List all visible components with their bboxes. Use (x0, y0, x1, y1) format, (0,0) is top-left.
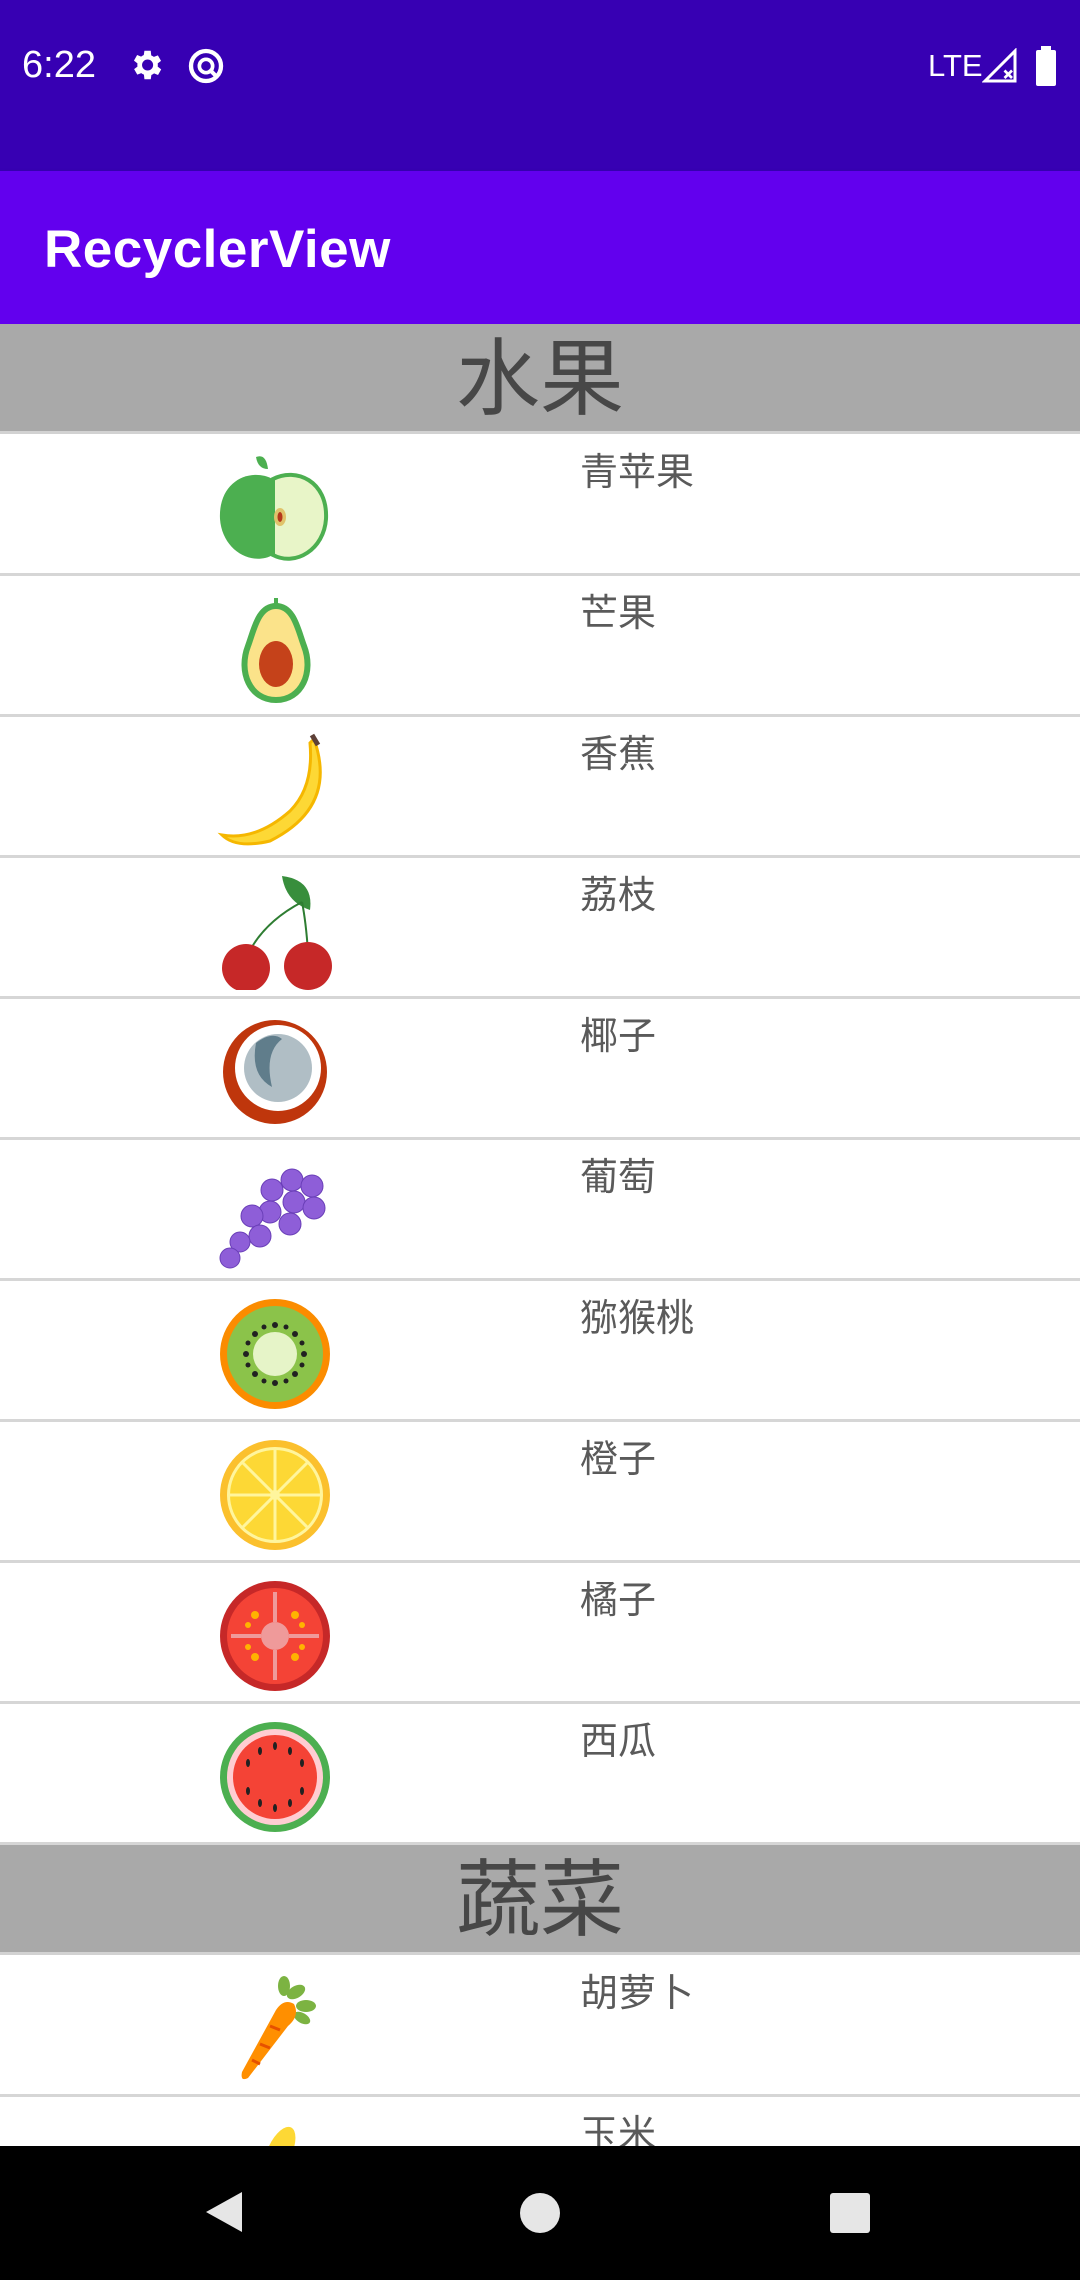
list-item[interactable]: 西瓜 (0, 1704, 1080, 1845)
battery-icon (1034, 46, 1058, 90)
orange-icon (210, 1436, 340, 1554)
list-item[interactable]: 橘子 (0, 1563, 1080, 1704)
status-time: 6:22 (22, 44, 96, 86)
back-icon[interactable] (202, 2188, 246, 2240)
item-label: 青苹果 (580, 450, 695, 494)
corn-icon (210, 2111, 340, 2146)
item-label: 荔枝 (580, 873, 657, 917)
network-type: LTE (928, 48, 983, 83)
list-item[interactable]: 香蕉 (0, 717, 1080, 858)
list-item[interactable]: 荔枝 (0, 858, 1080, 999)
no-disturb-icon (186, 46, 226, 90)
grape-icon (210, 1154, 340, 1272)
app-bar: RecyclerView (0, 171, 1080, 324)
signal-icon (981, 47, 1018, 88)
carrot-icon (210, 1970, 340, 2088)
settings-icon (127, 46, 165, 88)
item-label: 橙子 (580, 1437, 657, 1481)
app-title: RecyclerView (44, 220, 391, 279)
list-item[interactable]: 猕猴桃 (0, 1281, 1080, 1422)
recycler-list[interactable]: 水果 青苹果 芒果 香蕉 荔枝 椰子 葡萄 猕猴桃 橙子 橘子 西瓜 蔬菜 胡萝… (0, 324, 1080, 2146)
section-title: 水果 (455, 330, 624, 428)
kiwi-icon (210, 1295, 340, 1413)
item-label: 猕猴桃 (580, 1296, 695, 1340)
item-label: 香蕉 (580, 732, 657, 776)
item-label: 橘子 (580, 1578, 657, 1622)
list-item[interactable]: 青苹果 (0, 435, 1080, 576)
item-label: 胡萝卜 (580, 1971, 695, 2015)
item-label: 椰子 (580, 1014, 657, 1058)
list-item[interactable]: 橙子 (0, 1422, 1080, 1563)
mango-icon (210, 590, 340, 708)
status-bar: 6:22 LTE (0, 0, 1080, 171)
section-header-vegetable: 蔬菜 (0, 1845, 1080, 1955)
navigation-bar (0, 2146, 1080, 2280)
green-apple-icon (210, 449, 340, 567)
item-label: 葡萄 (580, 1155, 657, 1199)
lychee-icon (210, 872, 340, 992)
list-item[interactable]: 椰子 (0, 999, 1080, 1140)
list-item[interactable]: 胡萝卜 (0, 1956, 1080, 2097)
section-header-fruit: 水果 (0, 324, 1080, 434)
watermelon-icon (210, 1718, 340, 1836)
list-item[interactable]: 葡萄 (0, 1140, 1080, 1281)
section-title: 蔬菜 (455, 1851, 624, 1949)
item-label: 芒果 (580, 591, 657, 635)
list-item[interactable]: 玉米 (0, 2097, 1080, 2146)
recents-icon[interactable] (829, 2192, 871, 2238)
list-item[interactable]: 芒果 (0, 576, 1080, 717)
banana-icon (210, 731, 340, 849)
coconut-icon (210, 1013, 340, 1131)
item-label: 西瓜 (580, 1719, 657, 1763)
tangerine-icon (210, 1577, 340, 1695)
item-label: 玉米 (580, 2112, 657, 2146)
home-icon[interactable] (519, 2192, 561, 2238)
